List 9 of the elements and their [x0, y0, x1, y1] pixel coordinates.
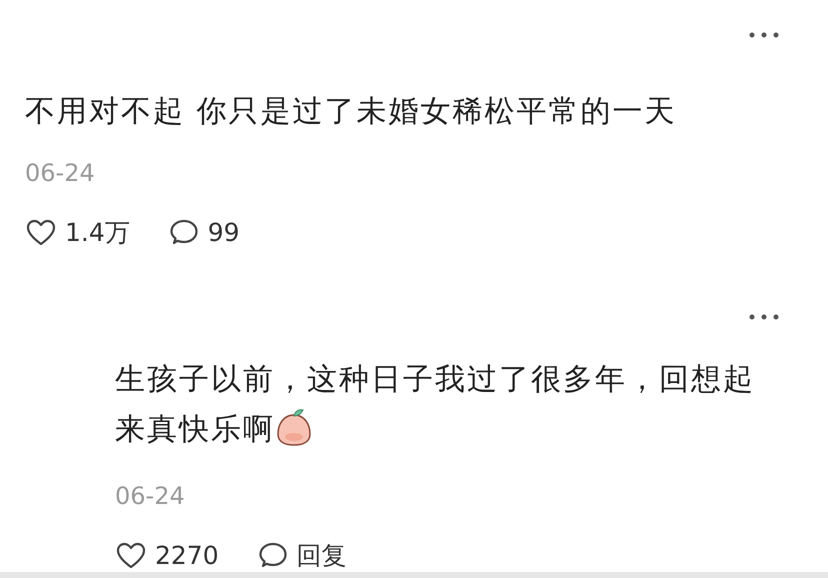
reply-count: 99 [208, 217, 240, 249]
comment-text: 生孩子以前，这种日子我过了很多年，回想起来真快乐啊 [115, 361, 755, 449]
comment-text: 不用对不起 你只是过了未婚女稀松平常的一天 [25, 93, 678, 131]
comment-date: 06-24 [115, 481, 185, 511]
like-count: 1.4万 [65, 217, 130, 249]
comment-date: 06-24 [25, 158, 95, 188]
peach-sticker-icon [275, 407, 313, 447]
reply-link[interactable]: 回复 [296, 538, 347, 574]
like-count: 2270 [155, 540, 219, 572]
